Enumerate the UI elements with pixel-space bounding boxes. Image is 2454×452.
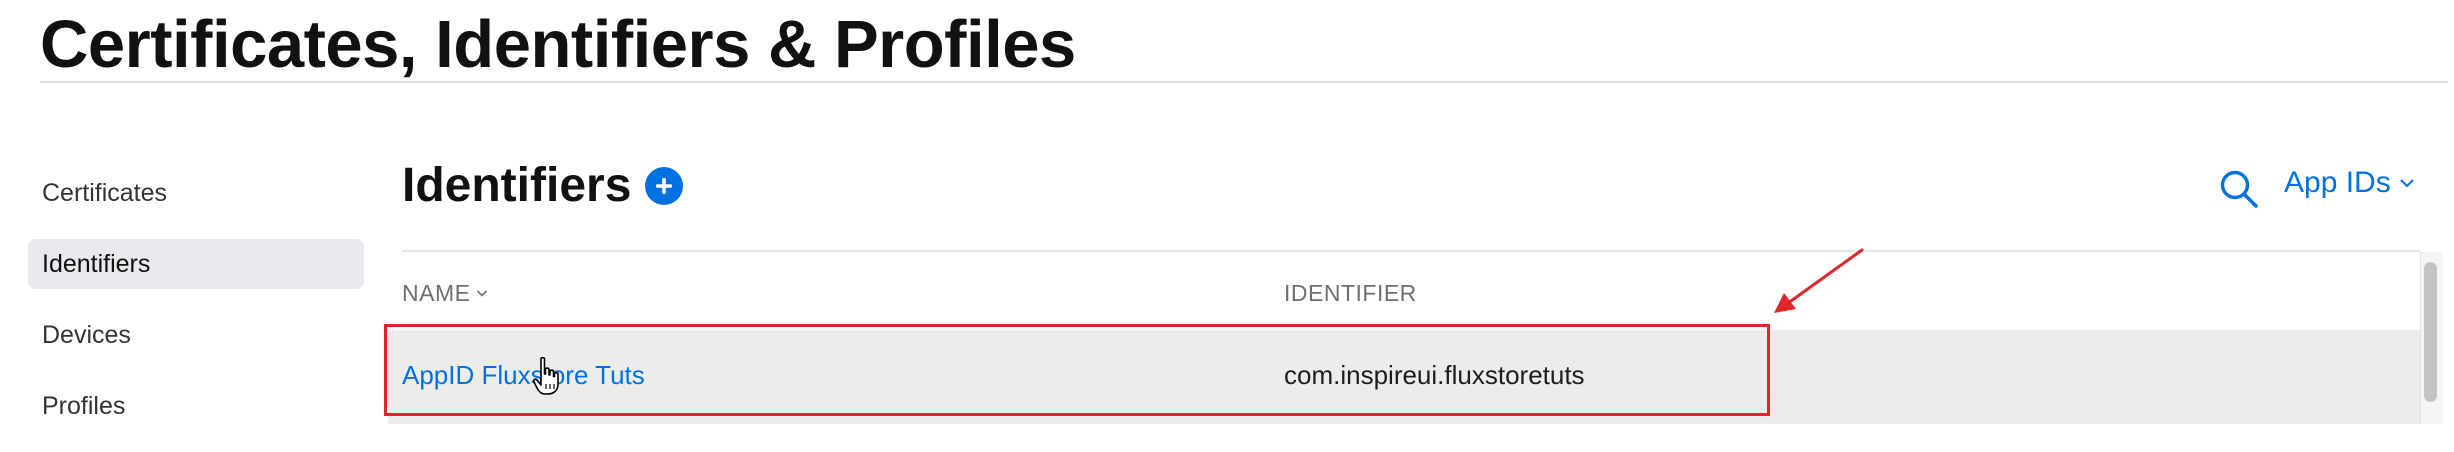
row-identifier: com.inspireui.fluxstoretuts — [1284, 360, 1585, 390]
column-header-name-label: NAME — [402, 280, 471, 306]
add-identifier-button[interactable] — [645, 166, 684, 205]
sort-chevron-icon — [477, 290, 488, 297]
column-header-identifier-label: IDENTIFIER — [1284, 280, 1417, 306]
column-header-identifier: IDENTIFIER — [1284, 280, 1417, 307]
row-name-link[interactable]: AppID Fluxstore Tuts — [402, 360, 645, 391]
filter-dropdown-label: App IDs — [2284, 166, 2391, 199]
sidebar-item-identifiers[interactable]: Identifiers — [28, 239, 364, 289]
table-top-divider — [402, 250, 2420, 252]
sidebar-item-certificates[interactable]: Certificates — [28, 168, 364, 218]
search-button[interactable] — [2218, 168, 2260, 210]
title-divider — [40, 81, 2448, 83]
section-header: Identifiers — [402, 158, 684, 213]
sidebar-item-devices[interactable]: Devices — [28, 310, 364, 360]
column-header-name[interactable]: NAME — [402, 280, 488, 307]
hand-cursor-icon — [532, 356, 559, 395]
chevron-down-icon — [2400, 179, 2414, 188]
section-title: Identifiers — [402, 159, 632, 212]
annotation-arrow-icon — [1774, 248, 1864, 313]
search-icon — [2220, 170, 2258, 208]
plus-circle-icon — [656, 177, 673, 194]
scrollbar-thumb[interactable] — [2424, 262, 2437, 402]
filter-dropdown[interactable]: App IDs — [2284, 166, 2415, 200]
page-title: Certificates, Identifiers & Profiles — [40, 7, 1076, 82]
sidebar: Certificates Identifiers Devices Profile… — [28, 168, 364, 452]
